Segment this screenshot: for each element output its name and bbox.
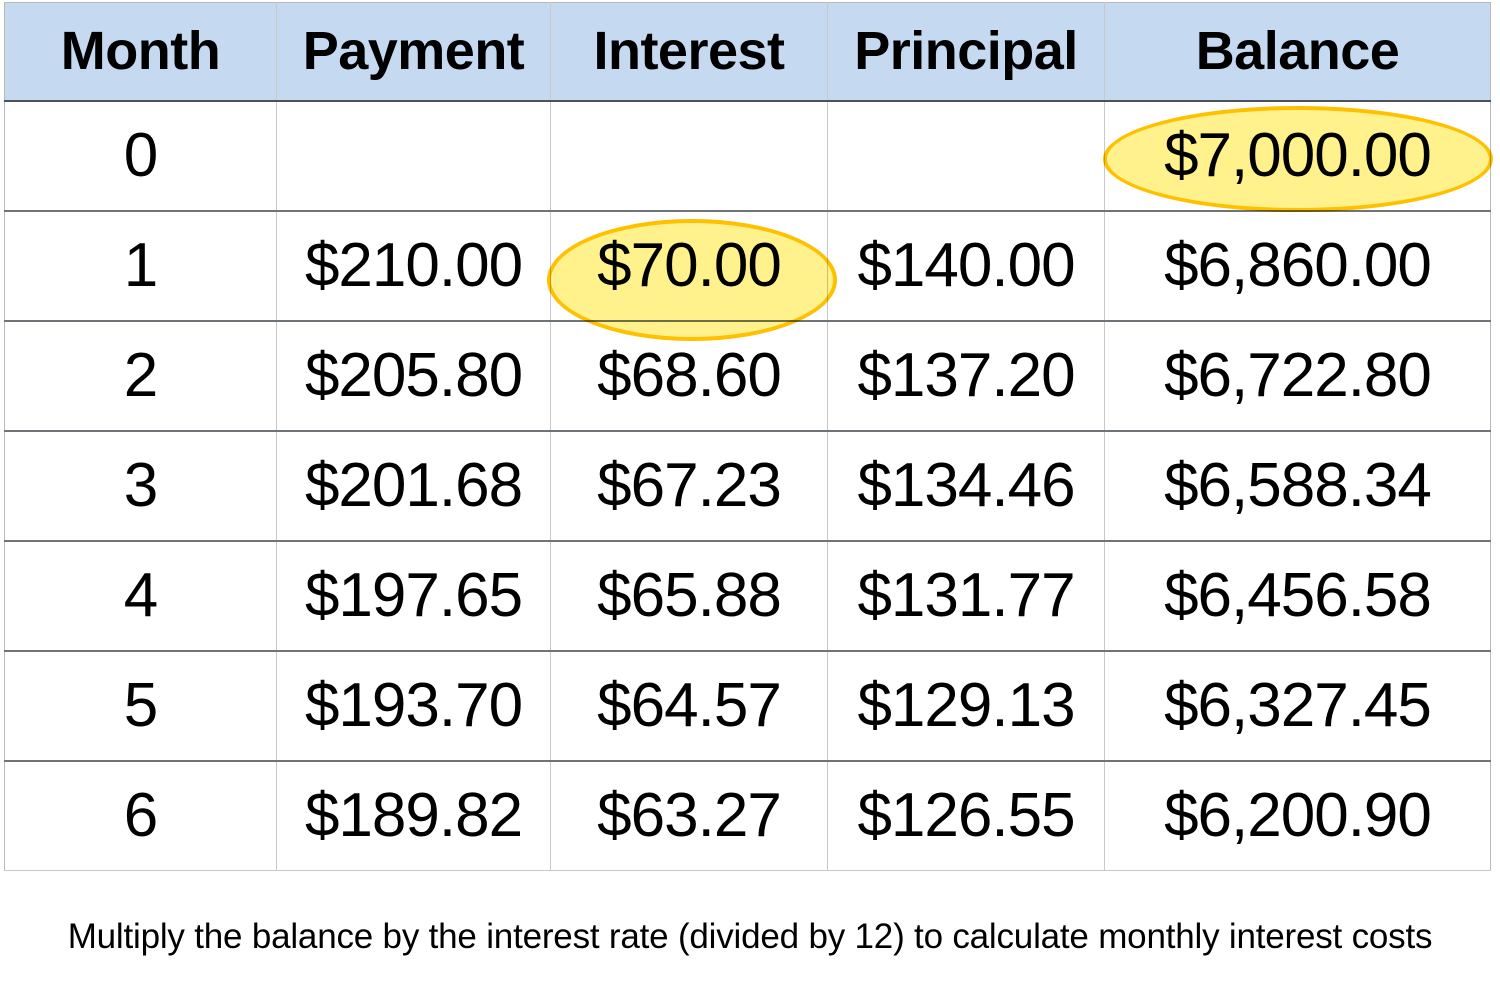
cell-interest: $65.88 bbox=[550, 539, 828, 652]
cell-balance: $6,456.58 bbox=[1104, 539, 1491, 652]
cell-interest: $68.60 bbox=[550, 319, 828, 432]
column-header-principal: Principal bbox=[827, 2, 1105, 102]
table-header-row: Month Payment Interest Principal Balance bbox=[4, 2, 1491, 102]
table-row: 4 $197.65 $65.88 $131.77 $6,456.58 bbox=[4, 539, 1491, 652]
cell-principal: $140.00 bbox=[827, 209, 1105, 322]
cell-month: 3 bbox=[4, 429, 277, 542]
cell-balance: $6,588.34 bbox=[1104, 429, 1491, 542]
cell-month: 1 bbox=[4, 209, 277, 322]
cell-month: 6 bbox=[4, 759, 277, 871]
cell-payment: $205.80 bbox=[276, 319, 551, 432]
cell-interest: $63.27 bbox=[550, 759, 828, 871]
cell-month: 5 bbox=[4, 649, 277, 762]
column-header-payment: Payment bbox=[276, 2, 551, 102]
column-header-balance: Balance bbox=[1104, 2, 1491, 102]
cell-payment: $197.65 bbox=[276, 539, 551, 652]
cell-payment bbox=[276, 99, 551, 212]
cell-principal: $129.13 bbox=[827, 649, 1105, 762]
table-header: Month Payment Interest Principal Balance bbox=[4, 2, 1491, 102]
slide-canvas: Month Payment Interest Principal Balance… bbox=[0, 0, 1500, 1000]
amortization-table: Month Payment Interest Principal Balance… bbox=[4, 2, 1491, 871]
table-row: 3 $201.68 $67.23 $134.46 $6,588.34 bbox=[4, 429, 1491, 542]
cell-principal: $131.77 bbox=[827, 539, 1105, 652]
table-row: 5 $193.70 $64.57 $129.13 $6,327.45 bbox=[4, 649, 1491, 762]
cell-month: 2 bbox=[4, 319, 277, 432]
cell-payment: $193.70 bbox=[276, 649, 551, 762]
cell-principal: $134.46 bbox=[827, 429, 1105, 542]
cell-payment: $210.00 bbox=[276, 209, 551, 322]
cell-balance: $6,200.90 bbox=[1104, 759, 1491, 871]
cell-balance: $6,722.80 bbox=[1104, 319, 1491, 432]
cell-balance: $6,860.00 bbox=[1104, 209, 1491, 322]
table-row: 1 $210.00 $70.00 $140.00 $6,860.00 bbox=[4, 209, 1491, 322]
cell-principal bbox=[827, 99, 1105, 212]
cell-interest: $67.23 bbox=[550, 429, 828, 542]
cell-interest: $70.00 bbox=[550, 209, 828, 322]
column-header-month: Month bbox=[4, 2, 277, 102]
column-header-interest: Interest bbox=[550, 2, 828, 102]
table-row: 6 $189.82 $63.27 $126.55 $6,200.90 bbox=[4, 759, 1491, 871]
cell-interest: $64.57 bbox=[550, 649, 828, 762]
table-row: 2 $205.80 $68.60 $137.20 $6,722.80 bbox=[4, 319, 1491, 432]
table-body: 0 $7,000.00 1 $210.00 $70.00 $140.00 $6,… bbox=[4, 99, 1491, 871]
cell-interest bbox=[550, 99, 828, 212]
cell-principal: $126.55 bbox=[827, 759, 1105, 871]
cell-principal: $137.20 bbox=[827, 319, 1105, 432]
cell-month: 0 bbox=[4, 99, 277, 212]
caption-text: Multiply the balance by the interest rat… bbox=[67, 917, 1433, 956]
cell-balance: $6,327.45 bbox=[1104, 649, 1491, 762]
cell-month: 4 bbox=[4, 539, 277, 652]
cell-payment: $201.68 bbox=[276, 429, 551, 542]
cell-payment: $189.82 bbox=[276, 759, 551, 871]
cell-balance: $7,000.00 bbox=[1104, 99, 1491, 212]
table-row: 0 $7,000.00 bbox=[4, 99, 1491, 212]
